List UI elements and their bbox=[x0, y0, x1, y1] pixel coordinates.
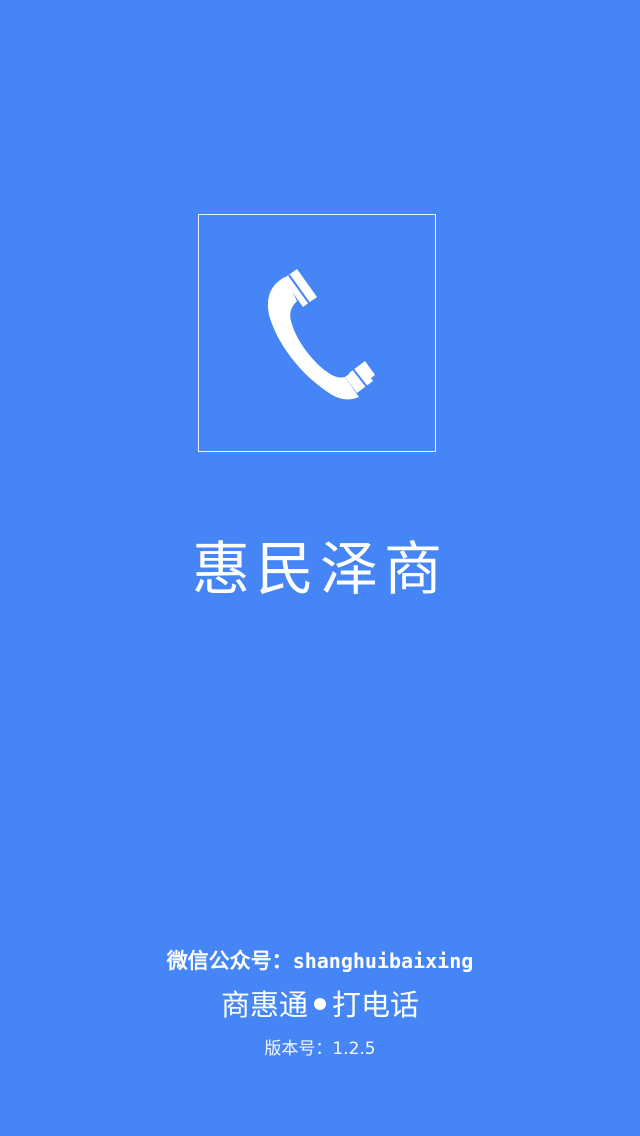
version-number: 1.2.5 bbox=[332, 1039, 376, 1059]
app-name-right: 打电话 bbox=[332, 988, 420, 1022]
wechat-account-line: 微信公众号：shanghuibaixing bbox=[0, 946, 640, 976]
phone-handset-icon bbox=[267, 269, 375, 400]
separator-dot-icon bbox=[314, 998, 326, 1010]
app-logo bbox=[198, 214, 436, 452]
brand-title: 惠民泽商 bbox=[191, 535, 448, 603]
version-label: 版本号： bbox=[264, 1039, 333, 1059]
app-name-left: 商惠通 bbox=[220, 988, 308, 1022]
wechat-label: 微信公众号： bbox=[166, 949, 293, 973]
version-line: 版本号：1.2.5 bbox=[0, 1036, 640, 1062]
wechat-account: shanghuibaixing bbox=[292, 949, 474, 973]
app-name-line: 商惠通 打电话 bbox=[0, 984, 640, 1026]
